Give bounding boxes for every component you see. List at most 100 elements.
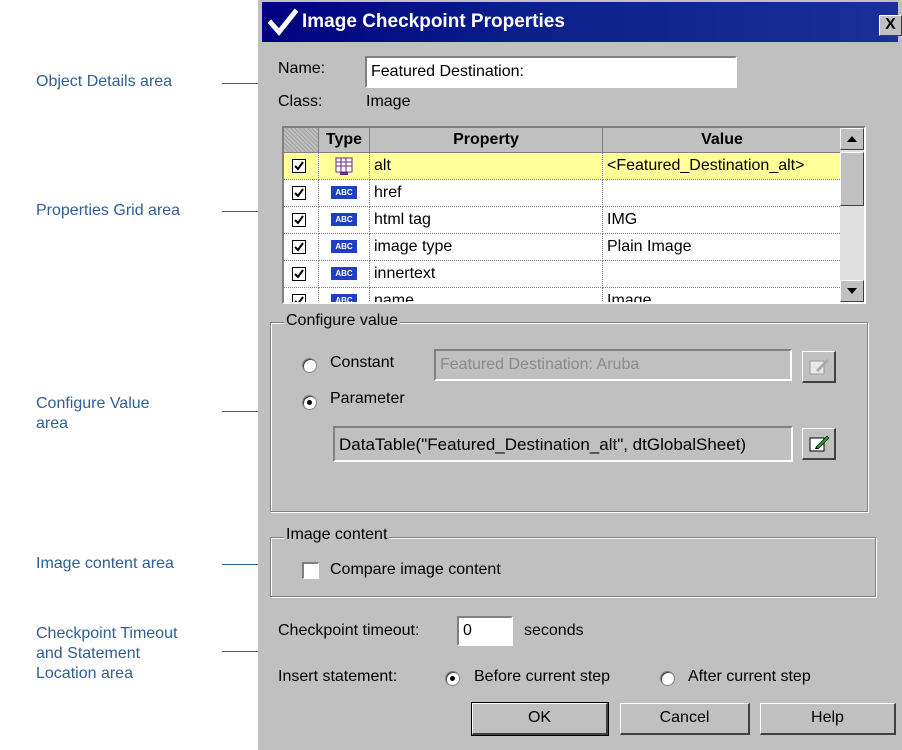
parameter-value-text: DataTable("Featured_Destination_alt", dt… (339, 435, 747, 454)
name-label: Name: (278, 60, 326, 77)
abc-icon: ABC (331, 267, 357, 281)
title-bar[interactable]: Image Checkpoint Properties X (262, 2, 902, 42)
insert-statement-label: Insert statement: (278, 668, 398, 685)
row-checkbox[interactable] (292, 185, 306, 200)
compare-image-checkbox[interactable] (302, 562, 319, 579)
row-checkbox-cell[interactable] (284, 152, 319, 180)
before-step-radio[interactable] (445, 671, 460, 686)
class-value: Image (366, 93, 411, 110)
row-checkbox-cell[interactable] (284, 260, 319, 288)
annotation-leader-line (222, 411, 262, 412)
row-checkbox[interactable] (292, 212, 306, 227)
properties-grid[interactable]: Type Property Value alt <Featured_Destina… (282, 126, 866, 304)
before-step-label[interactable]: Before current step (474, 668, 610, 686)
annotation-leader-line (222, 83, 262, 84)
row-type-cell: ABC (318, 287, 370, 302)
constant-edit-button[interactable] (802, 351, 836, 383)
table-row[interactable]: ABC href (284, 179, 842, 207)
parameter-value-field[interactable]: DataTable("Featured_Destination_alt", dt… (333, 426, 793, 462)
edit-icon (809, 435, 830, 452)
cancel-button[interactable]: Cancel (620, 703, 750, 735)
scroll-down-arrow-icon (847, 288, 857, 294)
row-property-cell: innertext (369, 260, 603, 288)
row-checkbox[interactable] (292, 293, 306, 302)
row-checkbox[interactable] (292, 158, 306, 173)
row-property-cell: href (369, 179, 603, 207)
after-step-label[interactable]: After current step (688, 668, 811, 686)
abc-icon: ABC (331, 240, 357, 254)
close-button[interactable]: X (879, 15, 902, 36)
image-checkpoint-dialog: Image Checkpoint Properties X Name: Feat… (258, 0, 902, 750)
row-type-cell: ABC (318, 260, 370, 288)
parameter-radio[interactable] (302, 395, 317, 410)
name-field[interactable]: Featured Destination: (365, 56, 737, 88)
row-property-cell: name (369, 287, 603, 302)
row-checkbox-cell[interactable] (284, 233, 319, 261)
constant-value-field[interactable]: Featured Destination: Aruba (434, 349, 792, 381)
annotation-leader-line (222, 651, 262, 652)
table-row[interactable]: alt <Featured_Destination_alt> (284, 152, 842, 180)
checkmark-icon (268, 8, 298, 36)
configure-value-legend: Configure value (284, 312, 401, 330)
parameter-label[interactable]: Parameter (330, 390, 405, 408)
abc-icon: ABC (331, 294, 357, 302)
annotation-line: Configure Value (36, 395, 150, 412)
name-field-value: Featured Destination: (371, 63, 524, 80)
annotation-configure-value: Configure Value area (36, 394, 150, 434)
scroll-thumb[interactable] (840, 152, 864, 206)
constant-label[interactable]: Constant (330, 354, 394, 372)
annotation-leader-line (222, 211, 262, 212)
grid-corner (284, 128, 319, 153)
annotation-line: Location area (36, 665, 133, 682)
column-header-property[interactable]: Property (369, 128, 603, 153)
checkmark-icon (294, 188, 304, 198)
table-row[interactable]: ABC name Image (284, 287, 842, 302)
row-value-cell (602, 260, 842, 288)
row-checkbox-cell[interactable] (284, 179, 319, 207)
table-row[interactable]: ABC html tag IMG (284, 206, 842, 234)
row-checkbox-cell[interactable] (284, 287, 319, 302)
checkmark-icon (294, 161, 304, 171)
annotation-checkpoint-timeout: Checkpoint Timeout and Statement Locatio… (36, 624, 177, 684)
dialog-title: Image Checkpoint Properties (302, 11, 565, 32)
checkpoint-timeout-label: Checkpoint timeout: (278, 622, 420, 639)
scroll-down-button[interactable] (840, 280, 864, 302)
row-type-cell (318, 152, 370, 180)
help-button[interactable]: Help (760, 703, 896, 735)
checkmark-icon (294, 215, 304, 225)
grid-scrollbar[interactable] (840, 128, 864, 302)
column-header-type[interactable]: Type (318, 128, 370, 153)
row-checkbox[interactable] (292, 266, 306, 281)
annotation-image-content: Image content area (36, 555, 174, 572)
constant-radio[interactable] (302, 358, 317, 373)
row-value-cell: Plain Image (602, 233, 842, 261)
table-row[interactable]: ABC image type Plain Image (284, 233, 842, 261)
row-checkbox-cell[interactable] (284, 206, 319, 234)
annotation-properties-grid: Properties Grid area (36, 202, 181, 219)
row-type-cell: ABC (318, 179, 370, 207)
properties-table: Type Property Value alt <Featured_Destina… (284, 128, 842, 302)
ok-button[interactable]: OK (471, 702, 609, 736)
checkpoint-timeout-field[interactable]: 0 (457, 616, 513, 646)
annotation-line: area (36, 415, 69, 432)
table-icon (335, 157, 353, 175)
constant-value-text: Featured Destination: Aruba (440, 356, 640, 373)
annotation-line: and Statement (36, 645, 141, 662)
after-step-radio[interactable] (660, 671, 675, 686)
checkmark-icon (294, 242, 304, 252)
row-value-cell: IMG (602, 206, 842, 234)
scroll-up-button[interactable] (840, 128, 864, 150)
annotation-line: Checkpoint Timeout (36, 625, 178, 642)
row-checkbox[interactable] (292, 239, 306, 254)
abc-icon: ABC (331, 213, 357, 227)
annotation-leader-line (222, 564, 262, 565)
image-content-legend: Image content (284, 526, 390, 544)
row-value-cell: Image (602, 287, 842, 302)
table-row[interactable]: ABC innertext (284, 260, 842, 288)
parameter-edit-button[interactable] (802, 428, 836, 460)
column-header-value[interactable]: Value (602, 128, 842, 153)
checkmark-icon (294, 269, 304, 279)
row-value-cell (602, 179, 842, 207)
scroll-up-arrow-icon (847, 136, 857, 142)
compare-image-label[interactable]: Compare image content (330, 561, 501, 579)
